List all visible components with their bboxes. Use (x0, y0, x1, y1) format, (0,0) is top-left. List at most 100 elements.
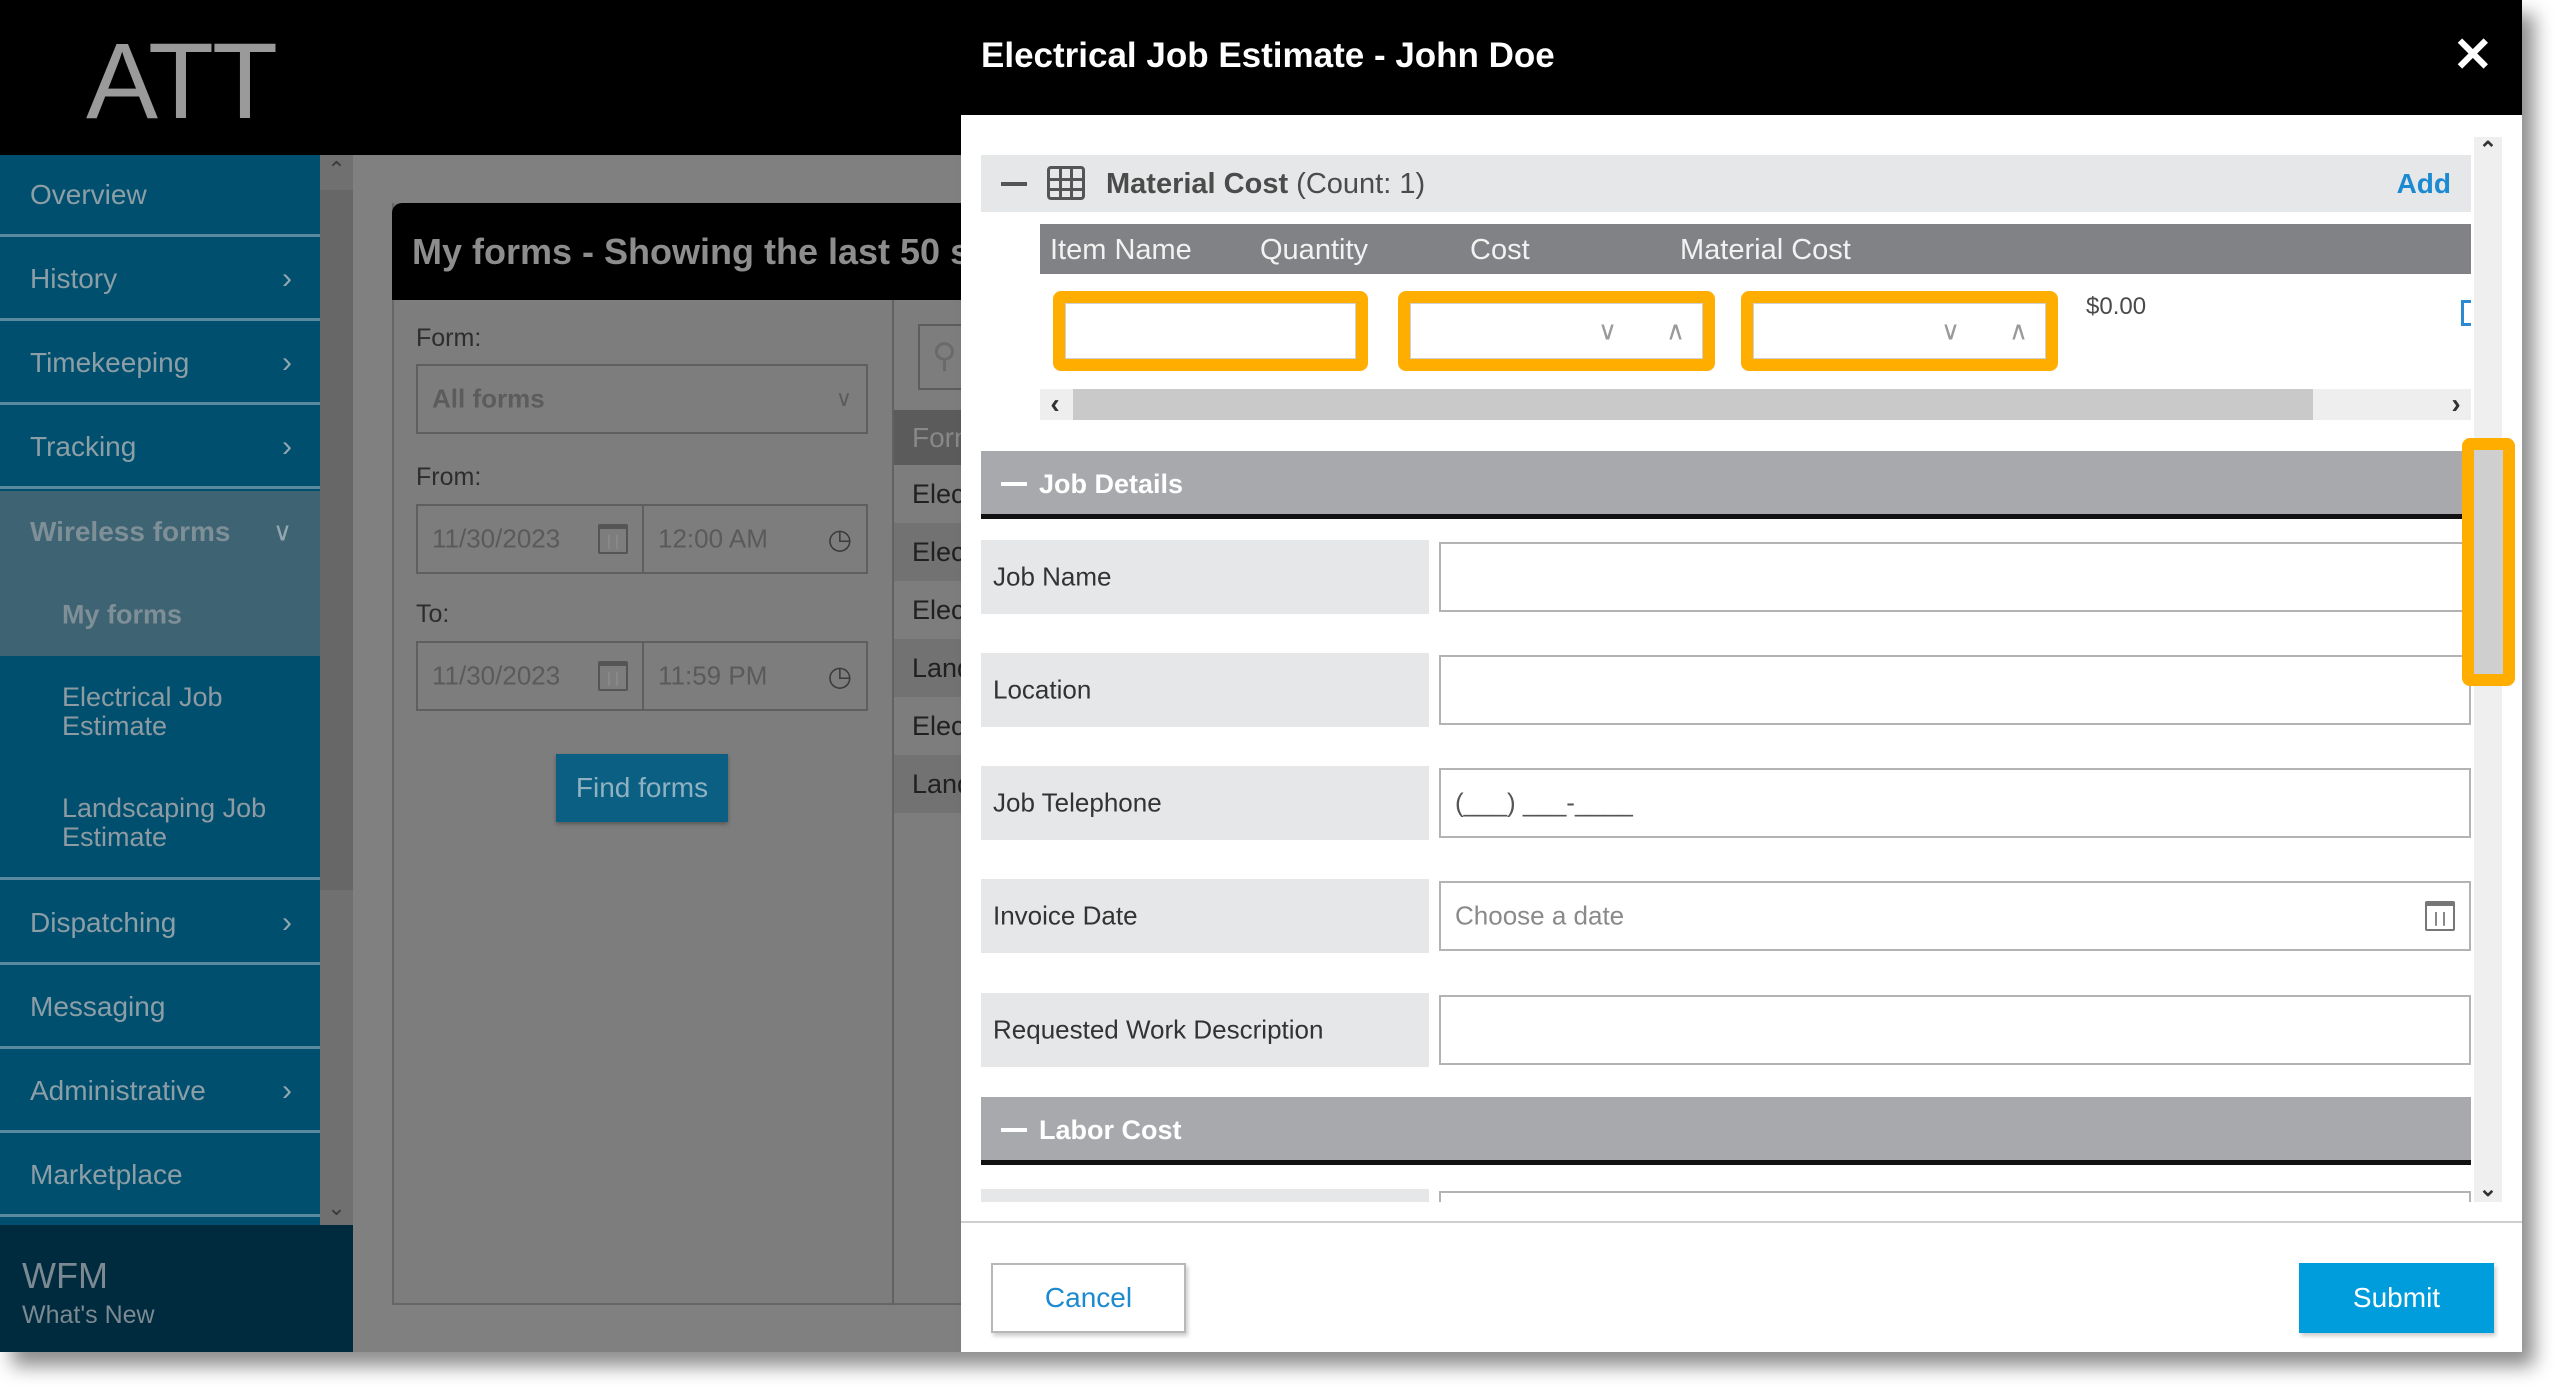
clock-icon[interactable]: ◷ (828, 523, 852, 556)
job-estimate-modal: Electrical Job Estimate - John Doe ✕ Mat… (961, 0, 2522, 1352)
location-label: Location (981, 653, 1429, 727)
scroll-down-icon[interactable]: ⌄ (2474, 1176, 2502, 1202)
modal-header: Electrical Job Estimate - John Doe ✕ (961, 0, 2522, 115)
to-time-input[interactable]: 11:59 PM ◷ (642, 641, 868, 711)
form-select[interactable]: All forms ∨ (416, 364, 868, 434)
forms-list: ⚲ Form Elec Elec Elec Land Elec Land (894, 300, 962, 1305)
job-telephone-input[interactable]: (___) ___-____ (1439, 768, 2471, 838)
whats-new-link[interactable]: What's New (22, 1301, 155, 1330)
quantity-stepper[interactable]: ∨ ∧ (1398, 291, 1715, 371)
app-logo: ATT (86, 20, 278, 141)
sidebar-subitem-electrical-job-estimate[interactable]: Electrical Job Estimate (0, 656, 320, 768)
sidebar-scrollbar[interactable]: ⌃ ⌄ (320, 155, 353, 1225)
material-table-header: Item Name Quantity Cost Material Cost (1040, 224, 2471, 274)
chevron-right-icon: › (282, 1073, 292, 1107)
hscroll-thumb[interactable] (1073, 389, 2313, 420)
job-telephone-label: Job Telephone (981, 766, 1429, 840)
sidebar-item-messaging[interactable]: Messaging (0, 967, 320, 1049)
to-date-input[interactable]: 11/30/2023 (416, 641, 644, 711)
material-cost-value: $0.00 (2086, 293, 2147, 320)
modal-footer: Cancel Submit (961, 1221, 2522, 1352)
scroll-right-icon[interactable]: › (2441, 389, 2471, 419)
collapse-icon[interactable] (1001, 482, 1027, 486)
requested-work-description-input[interactable] (1439, 995, 2471, 1065)
find-forms-button[interactable]: Find forms (556, 754, 728, 822)
from-date-input[interactable]: 11/30/2023 (416, 504, 644, 574)
requested-work-description-label: Requested Work Description (981, 993, 1429, 1067)
wfm-title: WFM (22, 1255, 108, 1296)
clock-icon[interactable]: ◷ (828, 660, 852, 693)
delete-row-icon[interactable] (2461, 300, 2471, 326)
collapse-icon[interactable] (1001, 1128, 1027, 1132)
chevron-right-icon: › (282, 429, 292, 463)
scroll-up-icon[interactable]: ⌃ (2474, 137, 2502, 163)
list-item[interactable]: Elec (894, 581, 962, 639)
column-quantity: Quantity (1260, 234, 1368, 266)
labor-field-input[interactable] (1439, 1191, 2471, 1202)
list-item[interactable]: Elec (894, 697, 962, 755)
cancel-button[interactable]: Cancel (991, 1263, 1186, 1333)
sidebar-group-wireless-forms: Wireless forms ∨ My forms (0, 491, 320, 656)
sidebar-item-tracking[interactable]: Tracking › (0, 407, 320, 489)
material-cost-count: (Count: 1) (1296, 168, 1426, 200)
item-name-input[interactable] (1053, 291, 1368, 371)
collapse-icon[interactable] (1001, 182, 1027, 186)
column-cost: Cost (1470, 234, 1530, 266)
app-window: ATT Overview History › Timekeeping › Track… (0, 0, 2522, 1352)
labor-cost-section-header[interactable]: Labor Cost (981, 1097, 2471, 1165)
job-name-label: Job Name (981, 540, 1429, 614)
modal-body: Material Cost (Count: 1) Add Item Name Q… (961, 137, 2473, 1202)
scroll-up-icon[interactable]: ⌃ (320, 157, 353, 183)
scroll-left-icon[interactable]: ‹ (1040, 389, 1070, 419)
material-cost-title: Material Cost (Count: 1) (1106, 168, 1426, 200)
sidebar-item-overview[interactable]: Overview (0, 155, 320, 237)
sidebar-item-marketplace[interactable]: Marketplace (0, 1135, 320, 1217)
increment-icon[interactable]: ∧ (1666, 316, 1685, 347)
decrement-icon[interactable]: ∨ (1941, 316, 1960, 347)
to-label: To: (416, 600, 450, 628)
chevron-down-icon: ∨ (835, 386, 852, 411)
forms-search-input[interactable]: ⚲ (918, 324, 962, 390)
column-item-name: Item Name (1050, 234, 1192, 266)
scroll-down-icon[interactable]: ⌄ (320, 1195, 353, 1221)
from-label: From: (416, 463, 482, 491)
from-time-input[interactable]: 12:00 AM ◷ (642, 504, 868, 574)
list-item[interactable]: Land (894, 755, 962, 813)
sidebar-item-wireless-forms[interactable]: Wireless forms ∨ (0, 491, 320, 573)
wfm-footer: WFM What's New (0, 1225, 353, 1352)
sidebar-subitem-landscaping-job-estimate[interactable]: Landscaping Job Estimate (0, 768, 320, 880)
sidebar-item-administrative[interactable]: Administrative › (0, 1051, 320, 1133)
submit-button[interactable]: Submit (2299, 1263, 2494, 1333)
labor-field-label (981, 1189, 1429, 1202)
chevron-down-icon: ∨ (272, 516, 292, 547)
calendar-icon[interactable] (2425, 901, 2455, 931)
invoice-date-label: Invoice Date (981, 879, 1429, 953)
search-icon: ⚲ (932, 337, 957, 375)
material-table-hscrollbar[interactable]: ‹ › (1040, 389, 2471, 420)
close-icon[interactable]: ✕ (2453, 28, 2493, 84)
list-header-form[interactable]: Form (894, 410, 962, 465)
job-details-section-header[interactable]: Job Details (981, 451, 2471, 519)
sidebar-scroll-thumb[interactable] (320, 190, 353, 890)
sidebar-item-timekeeping[interactable]: Timekeeping › (0, 323, 320, 405)
chevron-right-icon: › (282, 345, 292, 379)
job-name-input[interactable] (1439, 542, 2471, 612)
calendar-icon[interactable] (598, 661, 628, 691)
list-item[interactable]: Land (894, 639, 962, 697)
chevron-right-icon: › (282, 261, 292, 295)
modal-scroll-thumb[interactable] (2462, 438, 2515, 686)
list-item[interactable]: Elec (894, 523, 962, 581)
material-cost-section-header: Material Cost (Count: 1) Add (981, 155, 2471, 212)
cost-stepper[interactable]: ∨ ∧ (1741, 291, 2058, 371)
table-grid-icon (1047, 166, 1085, 200)
invoice-date-input[interactable]: Choose a date (1439, 881, 2471, 951)
increment-icon[interactable]: ∧ (2009, 316, 2028, 347)
sidebar-subitem-my-forms[interactable]: My forms (0, 573, 320, 656)
add-material-link[interactable]: Add (2397, 168, 2451, 200)
location-input[interactable] (1439, 655, 2471, 725)
sidebar-item-history[interactable]: History › (0, 239, 320, 321)
decrement-icon[interactable]: ∨ (1598, 316, 1617, 347)
calendar-icon[interactable] (598, 524, 628, 554)
list-item[interactable]: Elec (894, 465, 962, 523)
sidebar-item-dispatching[interactable]: Dispatching › (0, 883, 320, 965)
